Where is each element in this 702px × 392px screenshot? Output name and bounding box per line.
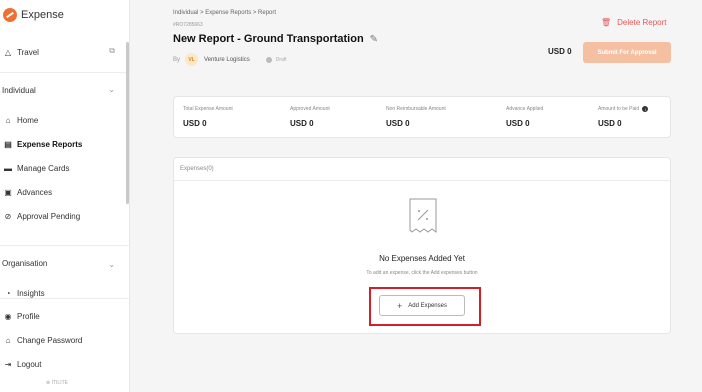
section-label: Individual: [2, 86, 36, 95]
sidebar-scrollbar[interactable]: [126, 42, 129, 204]
chevron-down-icon[interactable]: ⌄: [108, 260, 115, 269]
empty-state-subtitle: To add an expense, click the Add expense…: [366, 270, 478, 276]
sidebar-item-label: Approval Pending: [17, 211, 81, 221]
summary-label: Non Reimbursable Amount: [386, 106, 446, 112]
breadcrumb[interactable]: Individual > Expense Reports > Report: [173, 10, 276, 16]
report-byline: By VL Venture Logistics Draft: [173, 53, 287, 66]
sidebar-item-change-password[interactable]: ⌂ Change Password: [3, 335, 83, 345]
summary-value: USD 0: [290, 119, 314, 128]
sidebar-section-individual[interactable]: Individual: [2, 86, 36, 95]
sidebar-item-label: Expense Reports: [17, 139, 83, 149]
summary-value: USD 0: [598, 119, 622, 128]
status-badge: Draft: [275, 56, 287, 63]
report-total: USD 0: [548, 47, 572, 56]
report-icon: ▤: [4, 139, 12, 149]
card-icon: ▬: [4, 163, 12, 173]
summary-value: USD 0: [183, 119, 207, 128]
delete-report-label: Delete Report: [617, 18, 667, 27]
divider: [0, 245, 130, 246]
divider: [0, 72, 130, 73]
sidebar-item-profile[interactable]: ◉ Profile: [3, 311, 40, 321]
app-logo[interactable]: Expense: [3, 8, 64, 22]
plane-logo-icon: [3, 8, 17, 22]
summary-value: USD 0: [386, 119, 410, 128]
sidebar-item-label: Insights: [17, 288, 45, 298]
summary-label: Total Expense Amount: [183, 106, 233, 112]
sidebar-item-label: Profile: [17, 311, 40, 321]
info-icon[interactable]: i: [642, 106, 649, 112]
sidebar-item-label: Home: [17, 115, 39, 125]
sidebar-item-label: Change Password: [17, 335, 83, 345]
summary-approved: Approved Amount USD 0: [290, 106, 330, 128]
divider: [0, 298, 130, 299]
summary-label: Approved Amount: [290, 106, 330, 112]
triangle-icon: △: [4, 47, 12, 57]
summary-non-reimbursable: Non Reimbursable Amount USD 0: [386, 106, 446, 128]
avatar: VL: [185, 53, 199, 66]
sidebar-item-label: Travel: [17, 47, 39, 57]
summary-advance-applied: Advance Applied USD 0: [506, 106, 543, 128]
footer-brand: ⊗ ITILITE: [46, 380, 68, 386]
summary-total-expense: Total Expense Amount USD 0: [183, 106, 233, 128]
profile-icon: ◉: [4, 311, 12, 321]
logout-icon: ⇥: [4, 359, 12, 369]
home-icon: ⌂: [5, 115, 11, 125]
sidebar-section-organisation[interactable]: Organisation: [2, 259, 47, 268]
delete-report-button[interactable]: 🗑 Delete Report: [601, 18, 667, 27]
add-expenses-label: Add Expenses: [408, 302, 447, 309]
company-name: Venture Logistics: [204, 56, 250, 63]
chevron-down-icon[interactable]: ⌄: [108, 85, 115, 94]
page-title-text: New Report - Ground Transportation: [173, 33, 364, 45]
add-expenses-button[interactable]: + Add Expenses: [379, 295, 465, 316]
page-title: New Report - Ground Transportation ✎: [173, 33, 378, 45]
pencil-icon[interactable]: ✎: [370, 34, 378, 45]
insights-icon: ◔: [5, 288, 11, 298]
check-circle-icon: ⊘: [4, 211, 12, 221]
advance-icon: ▣: [4, 187, 12, 197]
lock-icon: ⌂: [5, 335, 11, 345]
section-label: Organisation: [2, 259, 48, 268]
sidebar-item-home[interactable]: ⌂ Home: [3, 115, 39, 125]
plus-icon: +: [397, 300, 403, 311]
summary-label: Advance Applied: [506, 106, 544, 112]
amount-summary-card: Total Expense Amount USD 0 Approved Amou…: [173, 96, 671, 138]
submit-for-approval-button[interactable]: Submit For Approval: [583, 42, 671, 63]
app-name: Expense: [21, 9, 64, 21]
sidebar-item-logout[interactable]: ⇥ Logout: [3, 359, 42, 369]
sidebar-item-advances[interactable]: ▣ Advances: [3, 187, 52, 197]
divider: [174, 180, 670, 181]
receipt-icon: [409, 198, 437, 233]
summary-amount-to-be-paid: Amount to be Paid i USD 0: [598, 106, 649, 128]
sidebar-item-insights[interactable]: ◔ Insights: [3, 288, 45, 298]
empty-state-title: No Expenses Added Yet: [379, 254, 465, 263]
external-link-icon[interactable]: ⧉: [109, 46, 115, 56]
expenses-header: Expenses(0): [180, 166, 214, 172]
status-dot-icon: [265, 56, 272, 63]
sidebar: Expense △ Travel ⧉ Individual ⌄ ⌂ Home ▤…: [0, 0, 130, 392]
sidebar-item-approval-pending[interactable]: ⊘ Approval Pending: [3, 211, 81, 221]
sidebar-item-label: Logout: [17, 359, 42, 369]
footer-text: ITILITE: [51, 380, 68, 386]
summary-label-row: Amount to be Paid i: [598, 106, 649, 112]
sidebar-item-travel[interactable]: △ Travel: [3, 47, 39, 57]
sidebar-item-manage-cards[interactable]: ▬ Manage Cards: [3, 163, 69, 173]
sidebar-item-expense-reports[interactable]: ▤ Expense Reports: [3, 139, 82, 149]
summary-value: USD 0: [506, 119, 530, 128]
sidebar-item-label: Manage Cards: [17, 163, 70, 173]
by-label: By: [173, 56, 181, 63]
sidebar-item-label: Advances: [17, 187, 53, 197]
trash-icon: 🗑: [601, 18, 612, 27]
summary-label: Amount to be Paid: [598, 106, 640, 112]
report-id: #RO7285663: [173, 22, 203, 28]
